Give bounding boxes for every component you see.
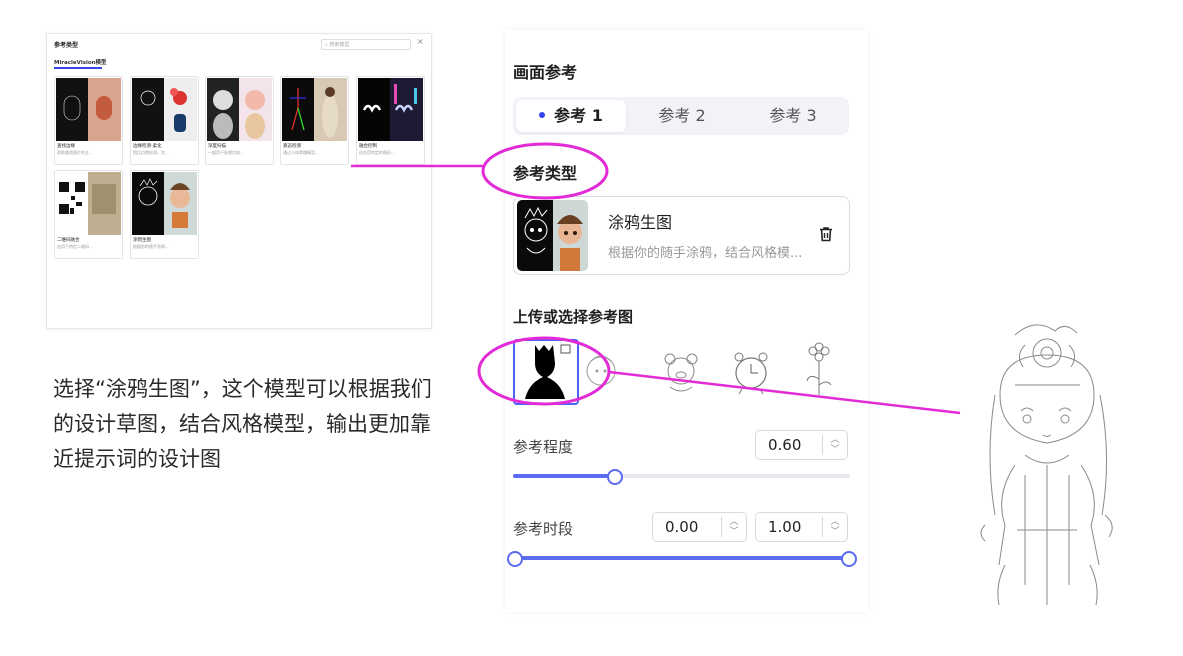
trash-icon[interactable] [817, 225, 835, 243]
doodle-sketch-image [955, 315, 1155, 615]
tab-reference-3[interactable]: 参考 3 [738, 100, 848, 132]
caption-text: 选择“涂鸦生图”，这个模型可以根据我们的设计草图，结合风格模型，输出更加靠近提示… [53, 377, 432, 471]
card-name: 姿态检测 [283, 144, 301, 149]
period-start-value: 0.00 [665, 518, 699, 536]
card-desc: 一般用于处理比较... [208, 150, 244, 155]
card-thumbnail [207, 78, 272, 141]
strength-label: 参考程度 [513, 438, 574, 456]
card-name: 深度扫描 [208, 144, 226, 149]
tab-underline [54, 67, 102, 69]
card-name: 融合控制 [359, 144, 377, 149]
model-card-find-edges[interactable]: 查找边缘 帮助查找图片的主... [54, 76, 123, 165]
stepper-arrows-icon[interactable]: ︿ ﹀ [822, 517, 847, 537]
model-card-fusion[interactable]: 融合控制 适合用特定的图形... [356, 76, 425, 165]
stepper-arrows-icon[interactable]: ︿ ﹀ [721, 517, 746, 537]
upload-title: 上传或选择参考图 [513, 308, 634, 326]
model-card-depth[interactable]: 深度扫描 一般用于处理比较... [205, 76, 274, 165]
tab-label: 参考 2 [658, 106, 706, 125]
tab-reference-1[interactable]: 参考 1 [516, 100, 626, 132]
model-card-doodle[interactable]: 涂鸦生图 根据你的随手涂鸦... [130, 170, 199, 259]
period-label: 参考时段 [513, 520, 574, 538]
card-desc: 通过人体骨骼模型... [283, 150, 319, 155]
reference-image-face-sketch[interactable] [583, 339, 645, 401]
card-desc: 帮助查找图片的主... [57, 150, 93, 155]
card-thumbnail [282, 78, 347, 141]
active-dot-icon [539, 111, 546, 118]
period-end-value: 1.00 [768, 518, 802, 536]
period-start-stepper[interactable]: 0.00 ︿ ﹀ [652, 512, 747, 542]
model-search-input[interactable]: ⌕ 搜索模型 [321, 39, 411, 50]
period-end-handle[interactable] [841, 551, 857, 567]
strength-slider-handle[interactable] [607, 469, 623, 485]
reference-type-modal: 参考类型 ⌕ 搜索模型 × MiracleVision模型 查找边缘 帮助查找图… [46, 33, 432, 329]
card-thumbnail [358, 78, 423, 141]
model-card-edge-soft[interactable]: 边缘检测-柔化 相比边缘检测，它... [130, 76, 199, 165]
stepper-arrows-icon[interactable]: ︿ ﹀ [822, 435, 847, 455]
reference-image-bear-sketch[interactable] [650, 339, 712, 401]
card-desc: 适合用特定的图形... [359, 150, 395, 155]
card-thumbnail [56, 172, 121, 235]
reference-tabs: 参考 1 参考 2 参考 3 [513, 97, 849, 135]
reference-image-flower-sketch[interactable] [789, 339, 851, 401]
selected-model-card[interactable]: 涂鸦生图 根据你的随手涂鸦，结合风格模... [513, 196, 850, 275]
panel-title: 画面参考 [513, 63, 578, 82]
card-thumbnail [132, 172, 197, 235]
strength-stepper[interactable]: 0.60 ︿ ﹀ [755, 430, 848, 460]
tab-label: 参考 1 [554, 106, 603, 125]
image-reference-panel: 画面参考 参考 1 参考 2 参考 3 参考类型 涂鸦生图 根据你的随手涂鸦，结… [505, 30, 868, 612]
tab-miraclevision[interactable]: MiracleVision模型 [54, 58, 107, 66]
tab-reference-2[interactable]: 参考 2 [627, 100, 737, 132]
model-thumbnail [517, 200, 588, 271]
period-end-stepper[interactable]: 1.00 ︿ ﹀ [755, 512, 848, 542]
card-name: 查找边缘 [57, 144, 75, 149]
tab-label: 参考 3 [769, 106, 817, 125]
model-card-qrcode[interactable]: 二维码融合 适用于特定二维码... [54, 170, 123, 259]
modal-title: 参考类型 [54, 42, 79, 49]
strength-slider-fill [513, 474, 614, 478]
period-start-handle[interactable] [507, 551, 523, 567]
reference-type-title: 参考类型 [513, 164, 578, 183]
period-range-fill [513, 556, 850, 560]
card-desc: 适用于特定二维码... [57, 244, 93, 249]
card-desc: 根据你的随手涂鸦... [133, 244, 169, 249]
card-thumbnail [132, 78, 197, 141]
model-name: 涂鸦生图 [608, 213, 673, 232]
search-placeholder: 搜索模型 [329, 42, 350, 48]
reference-image-clock-sketch[interactable] [720, 339, 782, 401]
card-name: 二维码融合 [57, 238, 80, 243]
card-desc: 相比边缘检测，它... [133, 150, 169, 155]
card-thumbnail [56, 78, 121, 141]
card-name: 边缘检测-柔化 [133, 144, 162, 149]
card-name: 涂鸦生图 [133, 238, 151, 243]
model-card-pose[interactable]: 姿态检测 通过人体骨骼模型... [280, 76, 349, 165]
model-description: 根据你的随手涂鸦，结合风格模... [608, 246, 803, 261]
reference-image-silhouette[interactable] [513, 339, 579, 405]
close-icon[interactable]: × [417, 37, 424, 46]
strength-value: 0.60 [768, 436, 802, 454]
